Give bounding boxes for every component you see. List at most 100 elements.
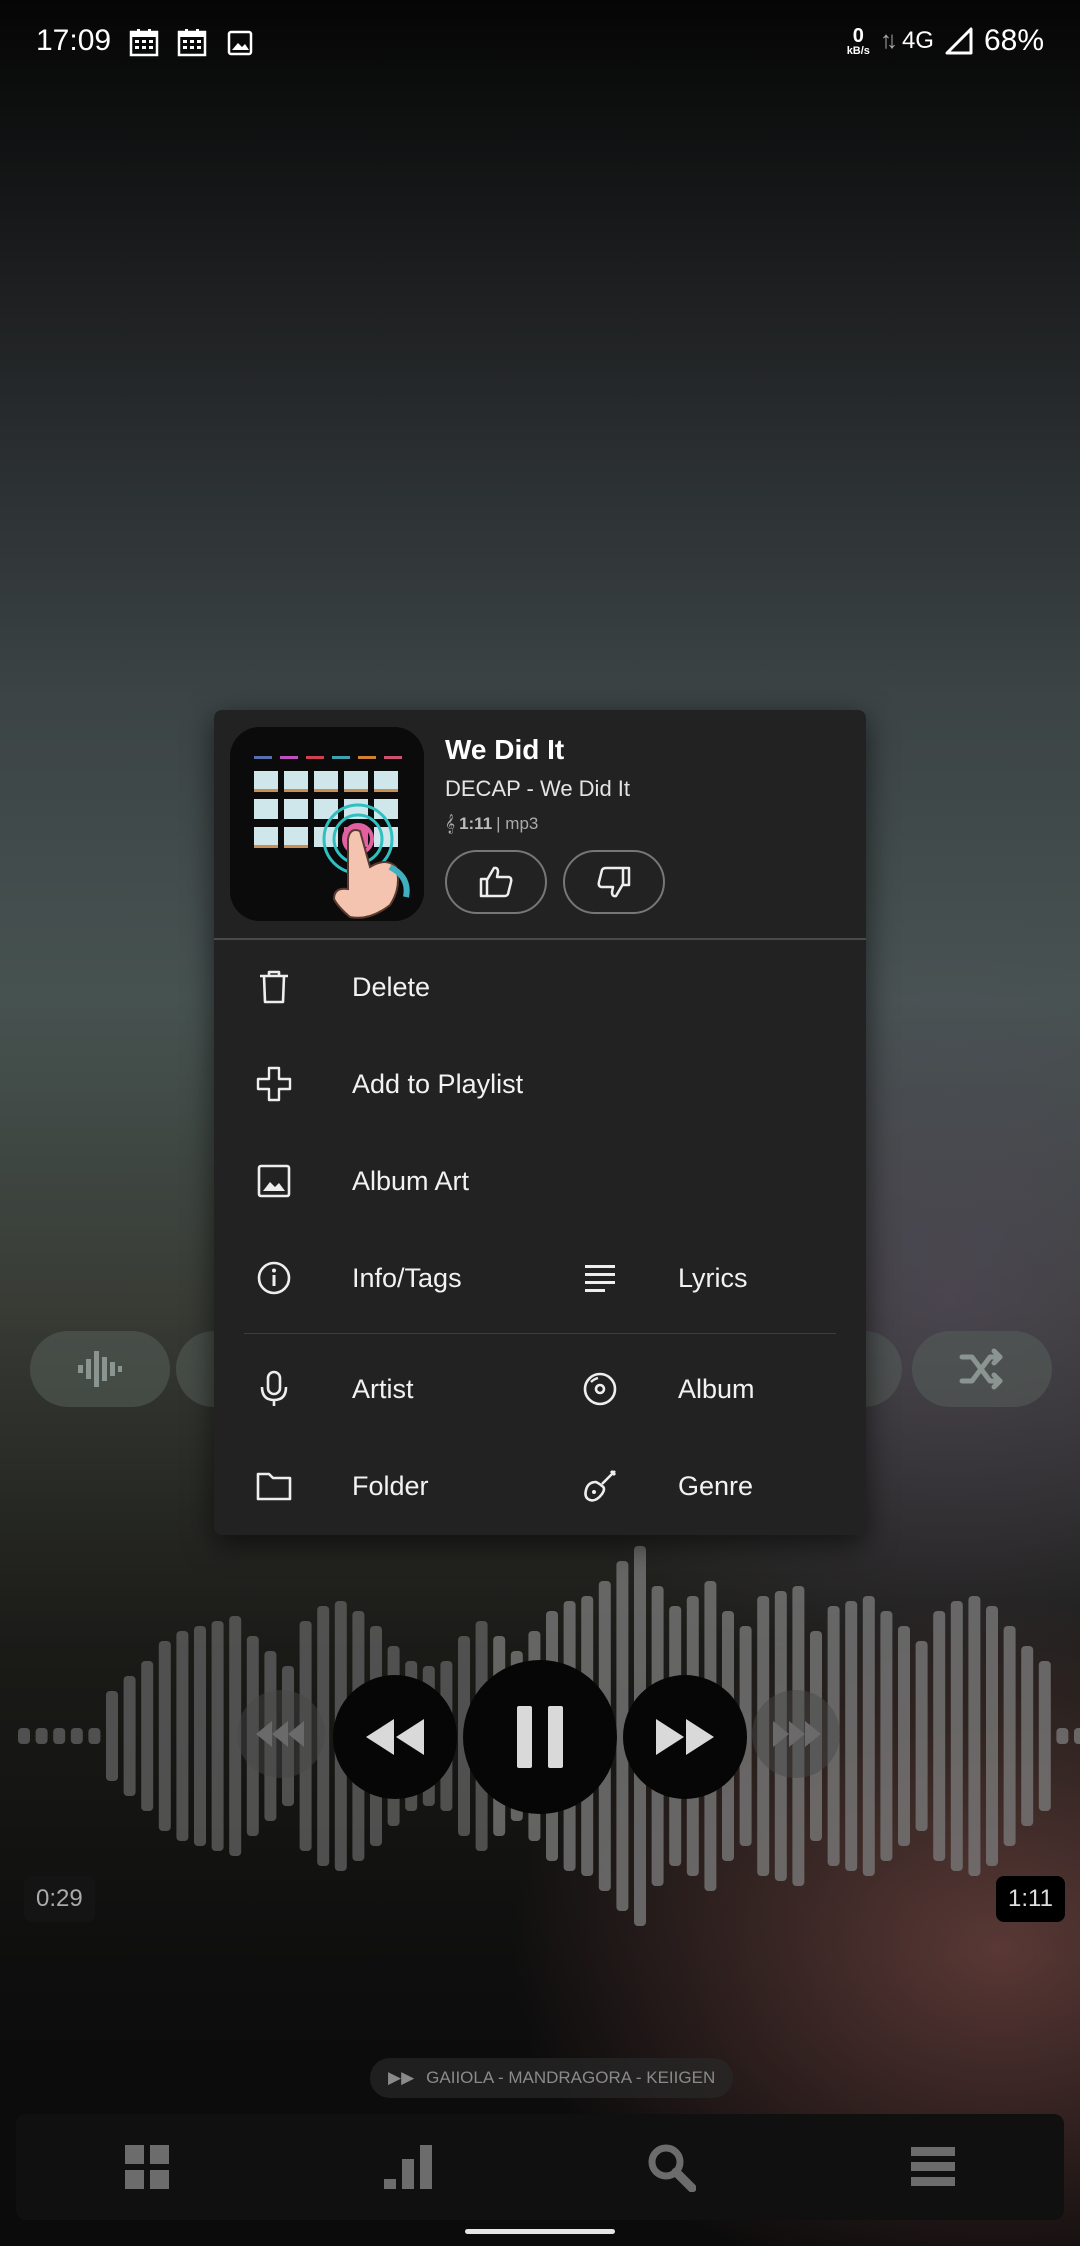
- song-title: We Did It: [445, 734, 565, 765]
- net-speed: 0 kB/s: [847, 26, 870, 57]
- folder-icon: [244, 1471, 304, 1501]
- shuffle-button[interactable]: [912, 1331, 1052, 1407]
- waveform-bar: [1003, 1626, 1016, 1846]
- menu-add-to-playlist-label: Add to Playlist: [352, 1068, 524, 1099]
- skip-forward-icon: [773, 1721, 821, 1747]
- home-indicator[interactable]: [465, 2229, 615, 2234]
- waveform-bar: [123, 1676, 136, 1796]
- waveform-bar: [950, 1601, 963, 1871]
- menu-folder-label: Folder: [352, 1470, 429, 1501]
- nav-menu[interactable]: [873, 2122, 993, 2212]
- waveform-bar: [880, 1611, 893, 1861]
- info-icon: [244, 1260, 304, 1296]
- waveform-bar: [862, 1596, 875, 1876]
- menu-album-art-label: Album Art: [352, 1165, 470, 1196]
- song-duration: 1:11: [459, 814, 493, 833]
- pause-icon: [517, 1706, 563, 1768]
- waveform-bar: [194, 1626, 206, 1846]
- waveform-bar: [35, 1728, 48, 1744]
- waveform-bar: [1056, 1728, 1069, 1744]
- song-header: We Did It DECAP - We Did It 𝄞 1:11 | mp3: [214, 710, 866, 940]
- menu-genre[interactable]: Genre: [570, 1451, 836, 1521]
- total-time: 1:11: [996, 1876, 1065, 1922]
- play-next-icon: ▶▶: [388, 2068, 415, 2087]
- waveform-bar: [106, 1691, 118, 1781]
- net-speed-value: 0: [852, 24, 864, 47]
- calendar-icon: [177, 29, 207, 57]
- menu-add-to-playlist[interactable]: Add to Playlist: [244, 1049, 836, 1119]
- waveform-bar: [986, 1606, 998, 1866]
- like-button[interactable]: [445, 850, 547, 914]
- waveform-bar: [141, 1661, 154, 1811]
- net-speed-unit: kB/s: [846, 44, 870, 57]
- waveform-bar: [1021, 1646, 1034, 1826]
- song-artist-title: DECAP - We Did It: [445, 776, 631, 801]
- waveform-bar: [70, 1728, 83, 1744]
- menu-album-art[interactable]: Album Art: [244, 1146, 836, 1216]
- song-meta: 𝄞 1:11 | mp3: [445, 814, 538, 834]
- menu-album[interactable]: Album: [570, 1354, 836, 1424]
- nav-stats[interactable]: [349, 2122, 469, 2212]
- bottom-nav: [16, 2114, 1064, 2220]
- album-art-image: [230, 727, 424, 921]
- menu-info-tags-label: Info/Tags: [352, 1262, 462, 1293]
- treble-clef-icon: 𝄞: [445, 814, 456, 833]
- menu-icon: [911, 2147, 955, 2186]
- status-time: 17:09: [36, 24, 112, 57]
- menu-info-tags[interactable]: Info/Tags: [244, 1243, 540, 1313]
- menu-lyrics[interactable]: Lyrics: [570, 1243, 836, 1313]
- waveform-bar: [176, 1631, 189, 1841]
- rewind-dim-button[interactable]: [237, 1690, 325, 1778]
- image-icon: [227, 30, 253, 56]
- waveform-bar: [845, 1601, 858, 1871]
- lyrics-icon: [570, 1263, 630, 1293]
- shuffle-icon: [959, 1348, 1003, 1390]
- menu-lyrics-label: Lyrics: [678, 1262, 748, 1293]
- album-cover: [230, 727, 424, 921]
- thumbs-up-icon: [479, 866, 513, 898]
- signal-icon: [945, 27, 973, 55]
- equalizer-icon: [78, 1351, 122, 1387]
- dislike-button[interactable]: [563, 850, 665, 914]
- network-type: 4G: [901, 27, 934, 54]
- fast-rewind-icon: [256, 1721, 304, 1747]
- song-context-menu: We Did It DECAP - We Did It 𝄞 1:11 | mp3…: [214, 710, 866, 1535]
- waveform-bar: [53, 1728, 66, 1744]
- forward-dim-button[interactable]: [752, 1690, 840, 1778]
- album-disc-icon: [570, 1371, 630, 1407]
- nav-library[interactable]: [87, 2122, 207, 2212]
- queue-next-chip[interactable]: ▶▶ GAIIOLA - MANDRAGORA - KEIIGEN: [370, 2058, 734, 2098]
- menu-divider: [244, 1333, 836, 1334]
- waveform-bar: [968, 1596, 981, 1876]
- waveform-bar: [1074, 1728, 1080, 1744]
- microphone-icon: [244, 1370, 304, 1408]
- status-bar: 17:09 0 kB/s ↑↓ 4G 68%: [0, 0, 1080, 86]
- guitar-icon: [570, 1468, 630, 1504]
- queue-next-label: GAIIOLA - MANDRAGORA - KEIIGEN: [426, 2068, 716, 2087]
- waveform-bar: [158, 1641, 171, 1831]
- grid-icon: [125, 2145, 169, 2189]
- menu-artist[interactable]: Artist: [244, 1354, 540, 1424]
- calendar-icon: [129, 29, 159, 57]
- notification-icons: [128, 28, 256, 58]
- waveform-bar: [211, 1621, 224, 1851]
- image-icon: [244, 1164, 304, 1198]
- visualizer-button[interactable]: [30, 1331, 170, 1407]
- plus-icon: [244, 1066, 304, 1102]
- trash-icon: [244, 969, 304, 1005]
- menu-genre-label: Genre: [678, 1470, 754, 1501]
- rewind-icon: [366, 1719, 424, 1755]
- menu-album-label: Album: [678, 1373, 755, 1404]
- search-icon: [648, 2144, 696, 2192]
- next-button[interactable]: [623, 1675, 747, 1799]
- data-arrows-icon: ↑↓: [879, 27, 898, 54]
- nav-search[interactable]: [611, 2122, 731, 2212]
- fast-forward-icon: [656, 1719, 714, 1755]
- elapsed-time: 0:29: [24, 1876, 95, 1922]
- waveform-bar: [88, 1728, 101, 1744]
- menu-folder[interactable]: Folder: [244, 1451, 540, 1521]
- waveform-bar: [18, 1728, 30, 1744]
- play-pause-button[interactable]: [463, 1660, 617, 1814]
- previous-button[interactable]: [333, 1675, 457, 1799]
- menu-delete[interactable]: Delete: [244, 952, 836, 1022]
